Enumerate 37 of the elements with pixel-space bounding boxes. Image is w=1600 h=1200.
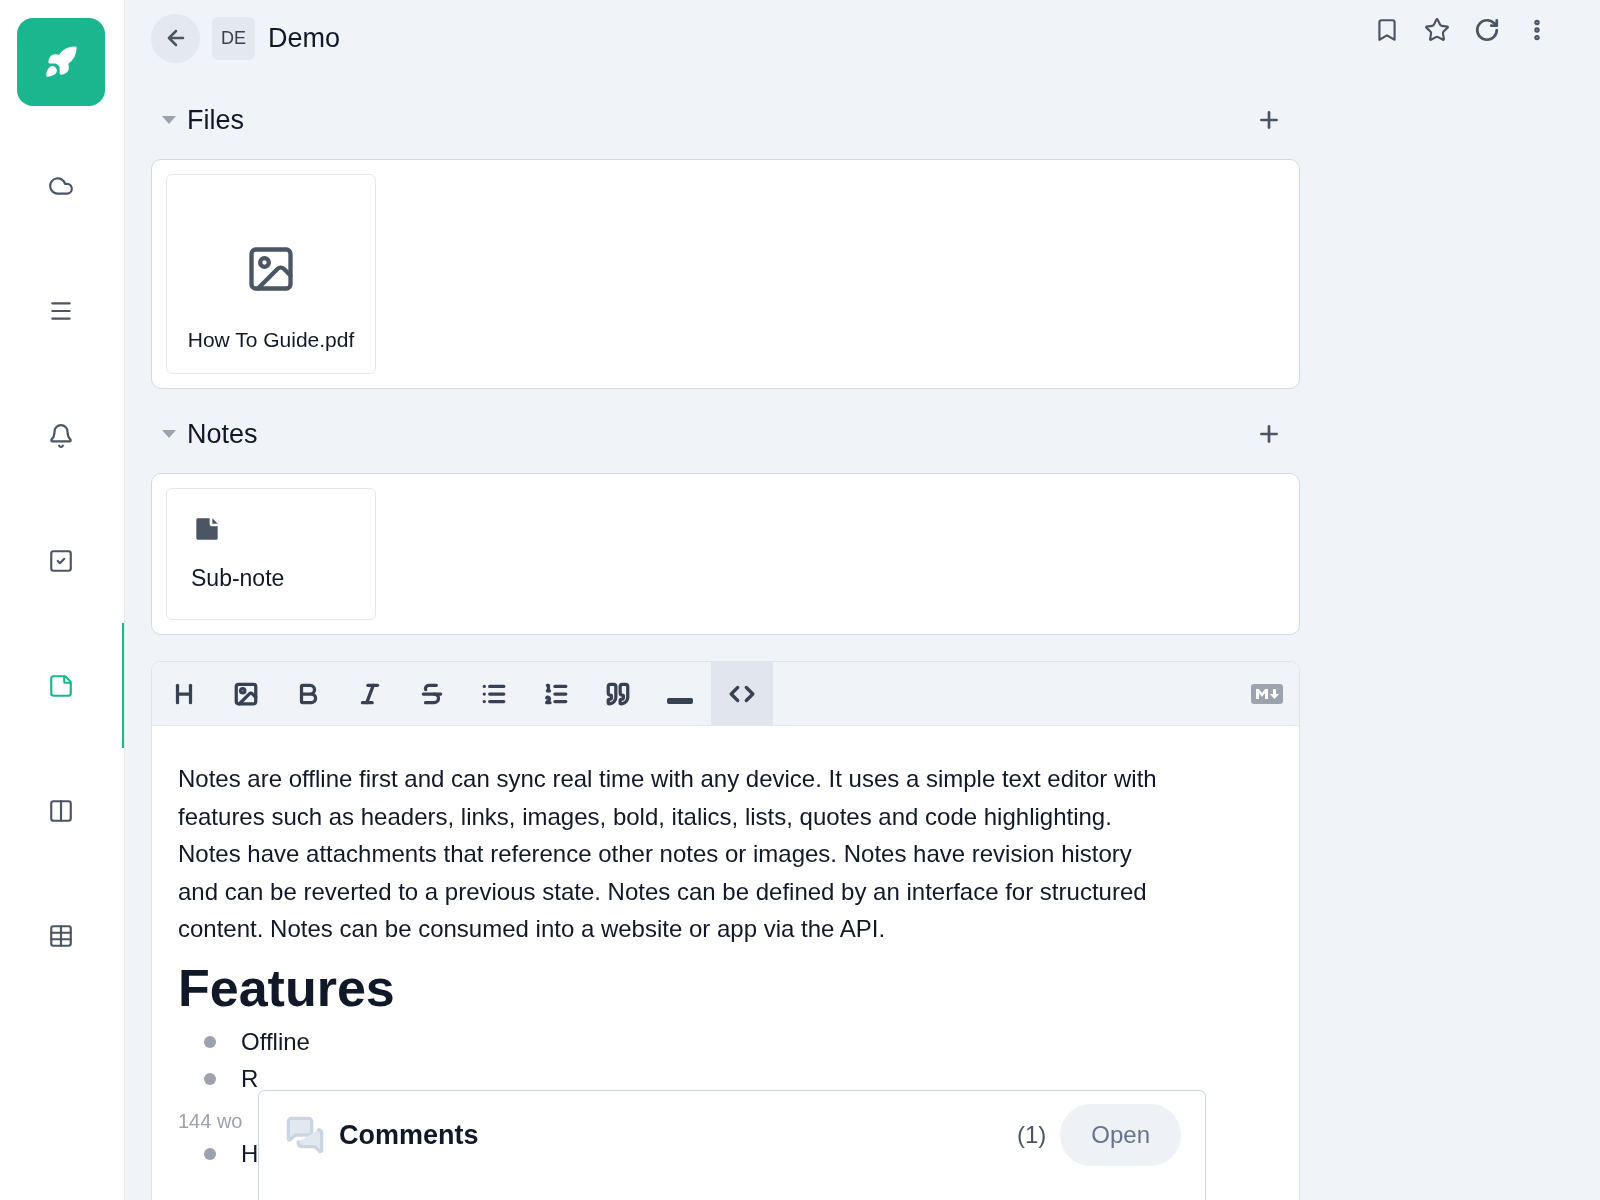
note-card[interactable]: Sub-note — [166, 488, 376, 620]
word-count: 144 wo — [178, 1108, 243, 1134]
markdown-icon — [1251, 683, 1283, 704]
bullet-icon — [204, 1148, 216, 1160]
image-icon — [233, 680, 259, 707]
note-name: Sub-note — [191, 563, 286, 593]
refresh-icon[interactable] — [1474, 17, 1500, 43]
code-button[interactable] — [711, 661, 773, 726]
table-icon — [48, 922, 74, 949]
note-paragraph: Notes are offline first and can sync real time with any device. It uses a simple text editor with features such as headers, links, images, bold, italics, lists, quotes and code highlighting. Notes have attachments that reference other notes or images. Notes have revision history and can be reverted to a previous state. Notes can be defined by an interface for structured content. Notes can be consumed into a website or app via the API. — [178, 764, 1158, 944]
avatar-badge: DE — [212, 16, 255, 60]
open-button[interactable]: Open — [1060, 1104, 1181, 1166]
columns-icon — [48, 797, 74, 824]
file-name: How To Guide.pdf — [187, 326, 355, 353]
list-item: R — [241, 1064, 259, 1094]
bullet-icon — [204, 1073, 216, 1085]
line-icon — [667, 697, 693, 704]
rocket-icon — [44, 45, 78, 79]
list-item: H — [241, 1139, 259, 1169]
app-logo[interactable] — [17, 18, 105, 106]
section-title: Files — [187, 103, 244, 137]
caret-icon — [162, 115, 176, 125]
page-title: Demo — [268, 21, 341, 55]
bell-icon — [48, 422, 74, 449]
list-item: Offline — [241, 1027, 310, 1057]
quote-icon — [605, 680, 631, 707]
star-icon[interactable] — [1424, 17, 1450, 43]
comments-count: (1) — [1016, 1120, 1047, 1150]
comments-title: Comments — [339, 1118, 479, 1152]
caret-icon — [162, 429, 176, 439]
section-title: Notes — [187, 417, 258, 451]
note-icon — [48, 672, 74, 699]
checkbox-icon — [48, 547, 74, 574]
bullet-icon — [204, 1036, 216, 1048]
note-heading: Features — [178, 957, 396, 1019]
file-card[interactable]: How To Guide.pdf — [166, 174, 376, 374]
back-button[interactable] — [151, 13, 200, 63]
